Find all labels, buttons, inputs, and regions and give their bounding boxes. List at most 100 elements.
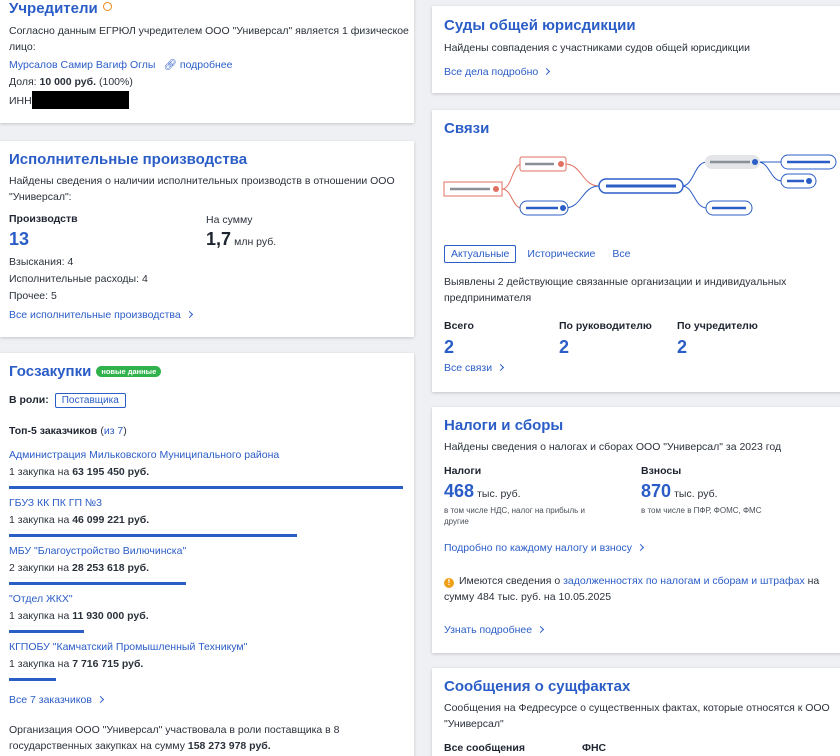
role-label: В роли: bbox=[9, 394, 49, 406]
enforcement-line3: Прочее: 5 bbox=[9, 290, 57, 302]
fees-label: Взносы bbox=[641, 465, 682, 477]
chevron-right-icon bbox=[537, 625, 545, 634]
top-customers-of-link[interactable]: из 7 bbox=[104, 425, 123, 437]
clock-icon bbox=[102, 2, 112, 11]
founder-inn: ИНН bbox=[9, 91, 129, 109]
facts-title: Сообщения о сущфактах bbox=[444, 678, 631, 695]
links-all-link[interactable]: Все связи bbox=[444, 362, 505, 374]
redacted-inn bbox=[31, 91, 129, 109]
top-customers-label: Топ-5 заказчиков bbox=[9, 425, 98, 437]
taxes-detail-link[interactable]: Подробно по каждому налогу и взносу bbox=[444, 542, 645, 554]
graph-node-dot bbox=[752, 159, 758, 165]
links-graph-diagram bbox=[443, 154, 837, 216]
taxes-debt-notice: ! Имеются сведения о задолженностях по на… bbox=[444, 575, 820, 603]
founders-card: Учредители Согласно данным ЕГРЮЛ учредит… bbox=[0, 0, 414, 123]
taxes-more-link[interactable]: Узнать подробнее bbox=[444, 624, 545, 636]
role-supplier-button[interactable]: Поставщика bbox=[54, 393, 126, 408]
links-stat-manager-label: По руководителю bbox=[559, 320, 652, 332]
customer-name-link[interactable]: ГБУЗ КК ПК ГП №3 bbox=[9, 497, 409, 509]
chevron-right-icon bbox=[96, 695, 104, 704]
graph-edge bbox=[564, 163, 600, 187]
chevron-right-icon bbox=[185, 310, 193, 319]
link-icon: 🔗︎ bbox=[163, 59, 177, 71]
links-stat-total-value: 2 bbox=[444, 337, 455, 357]
chevron-right-icon bbox=[497, 363, 505, 372]
links-desc: Выявлены 2 действующие связанные организ… bbox=[444, 276, 787, 304]
links-title: Связи bbox=[444, 120, 490, 137]
links-stat-founder-label: По учредителю bbox=[677, 320, 758, 332]
new-data-badge: новые данные bbox=[96, 366, 162, 377]
links-stat-total-label: Всего bbox=[444, 320, 474, 332]
graph-edge bbox=[501, 163, 523, 190]
procurement-card: Госзакупки новые данные В роли: Поставщика… bbox=[0, 353, 414, 756]
list-item: КГПОБУ "Камчатский Промышленный Техникум… bbox=[9, 641, 409, 681]
procurement-title: Госзакупки bbox=[9, 363, 92, 380]
courts-all-link[interactable]: Все дела подробно bbox=[444, 66, 551, 78]
customer-share-bar bbox=[9, 678, 56, 681]
graph-node-dot bbox=[560, 205, 566, 211]
taxes-debt-link[interactable]: задолженностях по налогам и сборам и штр… bbox=[563, 575, 805, 587]
customer-share-bar bbox=[9, 630, 84, 633]
founder-person-link[interactable]: Мурсалов Самир Вагиф Оглы bbox=[9, 59, 155, 71]
tab-historical[interactable]: Исторические bbox=[521, 246, 601, 262]
procurement-summary: Организация ООО "Универсал" участвовала … bbox=[9, 724, 340, 752]
fees-value: 870 bbox=[641, 481, 672, 501]
enforcement-line1: Взыскания: 4 bbox=[9, 256, 74, 268]
taxes-title: Налоги и сборы bbox=[444, 417, 564, 434]
enforcement-count-label: Производств bbox=[9, 213, 78, 225]
enforcement-title: Исполнительные производства bbox=[9, 151, 248, 168]
enforcement-card: Исполнительные производства Найдены свед… bbox=[0, 141, 414, 337]
links-stat-manager-value: 2 bbox=[559, 337, 570, 357]
customer-name-link[interactable]: "Отдел ЖКХ" bbox=[9, 593, 409, 605]
founder-more-link[interactable]: подробнее bbox=[180, 59, 233, 71]
links-tabs: Актуальные Исторические Все bbox=[444, 245, 641, 263]
founders-desc: Согласно данным ЕГРЮЛ учредителем ООО "У… bbox=[9, 25, 409, 53]
graph-edge bbox=[681, 161, 708, 187]
enforcement-desc: Найдены сведения о наличии исполнительны… bbox=[9, 175, 395, 203]
tab-all[interactable]: Все bbox=[606, 246, 636, 262]
taxes-card: Налоги и сборы Найдены сведения о налога… bbox=[432, 407, 840, 653]
enforcement-count-value: 13 bbox=[9, 229, 30, 249]
facts-col-all: Все сообщения bbox=[444, 742, 525, 754]
fees-unit: тыс. руб. bbox=[674, 488, 718, 500]
facts-desc: Сообщения на Федресурсе о существенных ф… bbox=[444, 702, 830, 730]
enforcement-line2: Исполнительные расходы: 4 bbox=[9, 273, 148, 285]
customer-name-link[interactable]: МБУ "Благоустройство Вилючинска" bbox=[9, 545, 409, 557]
taxes-note: в том числе НДС, налог на прибыль и друг… bbox=[444, 506, 586, 526]
list-item: "Отдел ЖКХ" 1 закупка на 11 930 000 руб. bbox=[9, 593, 409, 633]
enforcement-sum-value: 1,7 bbox=[206, 229, 232, 249]
founders-title: Учредители bbox=[9, 0, 98, 17]
founder-share: Доля: 10 000 руб. (100%) bbox=[9, 76, 133, 88]
links-card: Связи Актуальные Исторические Все Выявле… bbox=[432, 110, 840, 392]
graph-edge bbox=[681, 185, 708, 209]
list-item: МБУ "Благоустройство Вилючинска" 2 закуп… bbox=[9, 545, 409, 585]
tab-current[interactable]: Актуальные bbox=[444, 245, 517, 263]
graph-edge bbox=[757, 161, 783, 182]
taxes-desc: Найдены сведения о налогах и сборах ООО … bbox=[444, 441, 782, 453]
graph-node-dot bbox=[493, 186, 499, 192]
warning-icon: ! bbox=[444, 578, 454, 588]
taxes-unit: тыс. руб. bbox=[477, 488, 521, 500]
courts-card: Суды общей юрисдикции Найдены совпадения… bbox=[432, 6, 840, 93]
courts-desc: Найдены совпадения с участниками судов о… bbox=[444, 42, 750, 54]
list-item: Администрация Мильковского Муниципальног… bbox=[9, 449, 409, 489]
enforcement-sum-label: На сумму bbox=[206, 214, 253, 226]
graph-edge bbox=[564, 185, 600, 209]
list-item: ГБУЗ КК ПК ГП №3 1 закупка на 46 099 221… bbox=[9, 497, 409, 537]
chevron-right-icon bbox=[637, 543, 645, 552]
customer-share-bar bbox=[9, 486, 403, 489]
customer-name-link[interactable]: КГПОБУ "Камчатский Промышленный Техникум… bbox=[9, 641, 409, 653]
customer-name-link[interactable]: Администрация Мильковского Муниципальног… bbox=[9, 449, 409, 461]
graph-node-dot bbox=[558, 161, 564, 167]
enforcement-all-link[interactable]: Все исполнительные производства bbox=[9, 309, 193, 321]
facts-col-fns: ФНС bbox=[582, 742, 607, 754]
facts-card: Сообщения о сущфактах Сообщения на Федре… bbox=[432, 668, 840, 756]
taxes-label: Налоги bbox=[444, 465, 482, 477]
procurement-all-customers-link[interactable]: Все 7 заказчиков bbox=[9, 694, 104, 706]
fees-note: в том числе в ПФР, ФОМС, ФМС bbox=[641, 506, 762, 515]
courts-title: Суды общей юрисдикции bbox=[444, 17, 636, 34]
graph-node-dot bbox=[806, 178, 812, 184]
enforcement-sum-unit: млн руб. bbox=[234, 236, 277, 248]
taxes-value: 468 bbox=[444, 481, 475, 501]
chevron-right-icon bbox=[543, 67, 551, 76]
